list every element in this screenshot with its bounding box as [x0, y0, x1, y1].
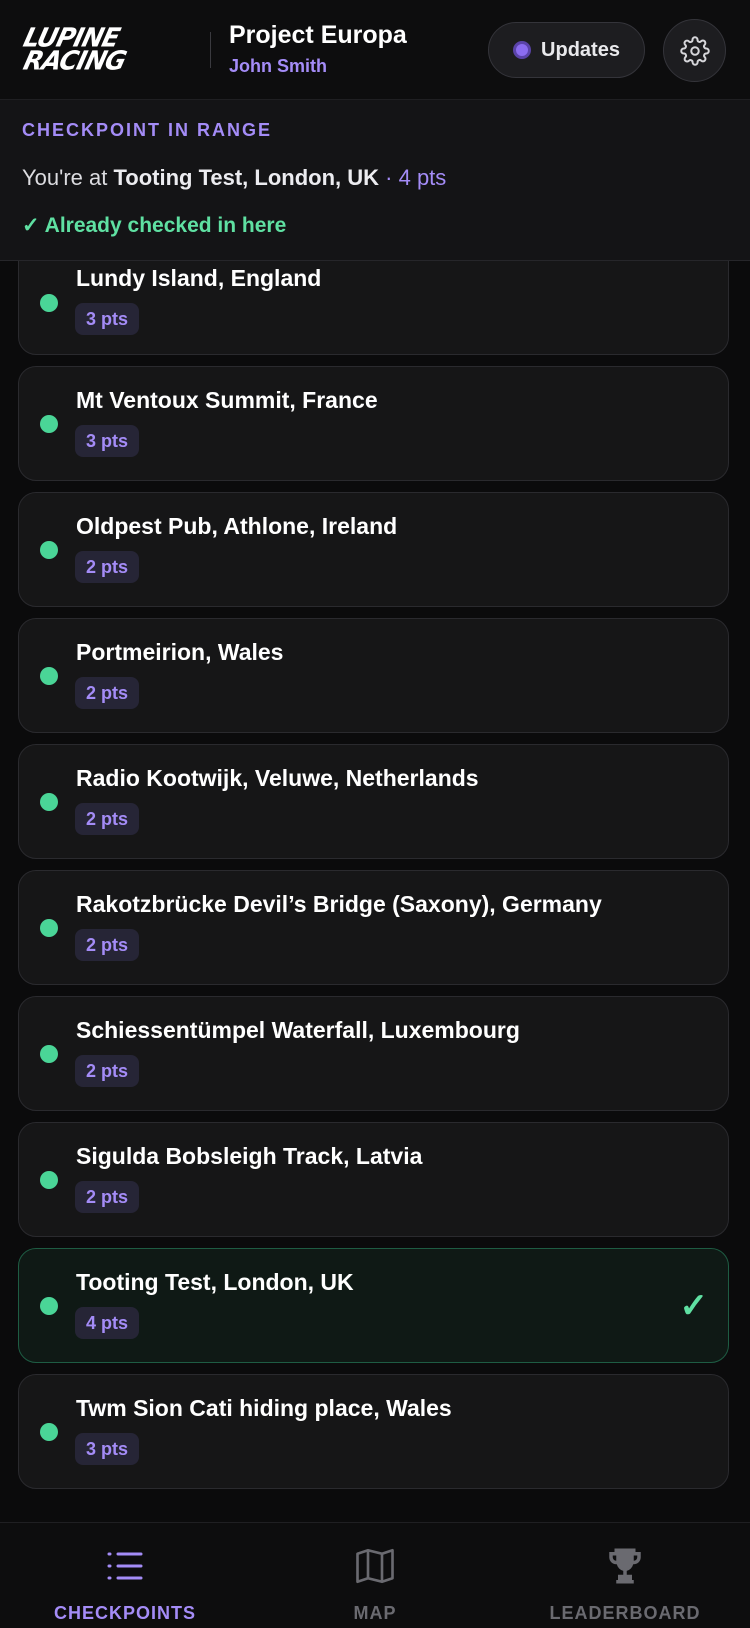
nav-tab-checkpoints[interactable]: CHECKPOINTS: [0, 1523, 250, 1628]
points-badge: 2 pts: [75, 1055, 140, 1087]
status-dot-icon: [40, 1044, 58, 1063]
header-divider: [210, 31, 211, 68]
gear-icon: [679, 35, 710, 66]
checkpoint-name: Mt Ventoux Summit, France: [76, 387, 378, 413]
nav-label-checkpoints: CHECKPOINTS: [53, 1603, 196, 1623]
points-badge: 4 pts: [75, 1307, 140, 1339]
points-badge: 2 pts: [75, 803, 140, 835]
checkpoint-card-checked-in[interactable]: Tooting Test, London, UK 4 pts ✓: [18, 1248, 729, 1363]
status-dot-icon: [40, 414, 58, 433]
nav-label-map: MAP: [353, 1603, 397, 1623]
checkpoint-card[interactable]: Lundy Island, England 3 pts: [18, 251, 729, 355]
points-badge: 3 pts: [75, 1433, 140, 1465]
status-dot-icon: [40, 1296, 58, 1315]
checkpoint-name: Radio Kootwijk, Veluwe, Netherlands: [76, 765, 479, 791]
project-title: Project Europa: [229, 21, 407, 50]
updates-label: Updates: [541, 38, 620, 61]
checkpoint-in-range-panel: CHECKPOINT IN RANGE You're at Tooting Te…: [0, 100, 750, 261]
checkpoint-card[interactable]: Schiessentümpel Waterfall, Luxembourg 2 …: [18, 996, 729, 1111]
nav-tab-map[interactable]: MAP: [250, 1523, 500, 1628]
checkpoint-card[interactable]: Twm Sion Cati hiding place, Wales 3 pts: [18, 1374, 729, 1489]
status-dot-icon: [40, 792, 58, 811]
points-badge: 3 pts: [75, 303, 140, 335]
checkpoint-name: Rakotzbrücke Devil’s Bridge (Saxony), Ge…: [76, 891, 602, 917]
updates-button[interactable]: Updates: [488, 22, 645, 78]
range-location-text: You're at Tooting Test, London, UK · 4 p…: [22, 165, 728, 191]
range-heading: CHECKPOINT IN RANGE: [22, 120, 273, 140]
app-root: Lupine Racing Project Europa John Smith …: [0, 0, 750, 1628]
range-points: · 4 pts: [379, 165, 447, 190]
updates-indicator-icon: [513, 41, 532, 59]
checkpoint-card[interactable]: Rakotzbrücke Devil’s Bridge (Saxony), Ge…: [18, 870, 729, 985]
checkpoint-card[interactable]: Mt Ventoux Summit, France 3 pts: [18, 366, 729, 481]
status-dot-icon: [40, 294, 58, 312]
checkpoint-card[interactable]: Oldpest Pub, Athlone, Ireland 2 pts: [18, 492, 729, 607]
checkpoint-card[interactable]: Sigulda Bobsleigh Track, Latvia 2 pts: [18, 1122, 729, 1237]
checkpoint-name: Portmeirion, Wales: [76, 639, 284, 665]
points-badge: 2 pts: [75, 1181, 140, 1213]
checkpoint-list: Lundy Island, England 3 pts Mt Ventoux S…: [18, 251, 729, 1500]
points-badge: 2 pts: [75, 677, 140, 709]
checkpoint-card[interactable]: Portmeirion, Wales 2 pts: [18, 618, 729, 733]
range-location: Tooting Test, London, UK: [113, 165, 380, 190]
project-info: Project Europa John Smith: [229, 22, 407, 77]
status-dot-icon: [40, 1422, 58, 1441]
points-badge: 2 pts: [75, 551, 140, 583]
status-dot-icon: [40, 1170, 58, 1189]
checkpoint-name: Twm Sion Cati hiding place, Wales: [76, 1395, 452, 1421]
points-badge: 3 pts: [75, 425, 140, 457]
nav-tab-leaderboard[interactable]: LEADERBOARD: [500, 1523, 750, 1628]
checkpoint-name: Schiessentümpel Waterfall, Luxembourg: [76, 1017, 520, 1043]
checkmark-icon: ✓: [679, 1286, 709, 1325]
list-icon: [105, 1545, 145, 1587]
user-name: John Smith: [229, 55, 327, 76]
logo-line-2: Racing: [20, 44, 129, 76]
map-icon: [354, 1545, 396, 1587]
status-dot-icon: [40, 666, 58, 685]
bottom-navigation: CHECKPOINTS MAP LEADERBOARD: [0, 1522, 750, 1628]
points-badge: 2 pts: [75, 929, 140, 961]
status-dot-icon: [40, 540, 58, 559]
checkpoint-name: Tooting Test, London, UK: [76, 1269, 354, 1295]
trophy-icon: [604, 1545, 646, 1587]
checkpoint-name: Sigulda Bobsleigh Track, Latvia: [76, 1143, 423, 1169]
range-prefix: You're at: [22, 165, 114, 190]
checkpoint-name: Lundy Island, England: [76, 265, 322, 291]
status-dot-icon: [40, 918, 58, 937]
app-header: Lupine Racing Project Europa John Smith …: [0, 0, 750, 100]
checkpoint-card[interactable]: Radio Kootwijk, Veluwe, Netherlands 2 pt…: [18, 744, 729, 859]
checked-in-status: ✓ Already checked in here: [22, 214, 287, 237]
checkpoint-name: Oldpest Pub, Athlone, Ireland: [76, 513, 398, 539]
settings-button[interactable]: [663, 19, 726, 82]
lupine-racing-logo: Lupine Racing: [20, 22, 192, 76]
nav-label-leaderboard: LEADERBOARD: [549, 1603, 701, 1623]
